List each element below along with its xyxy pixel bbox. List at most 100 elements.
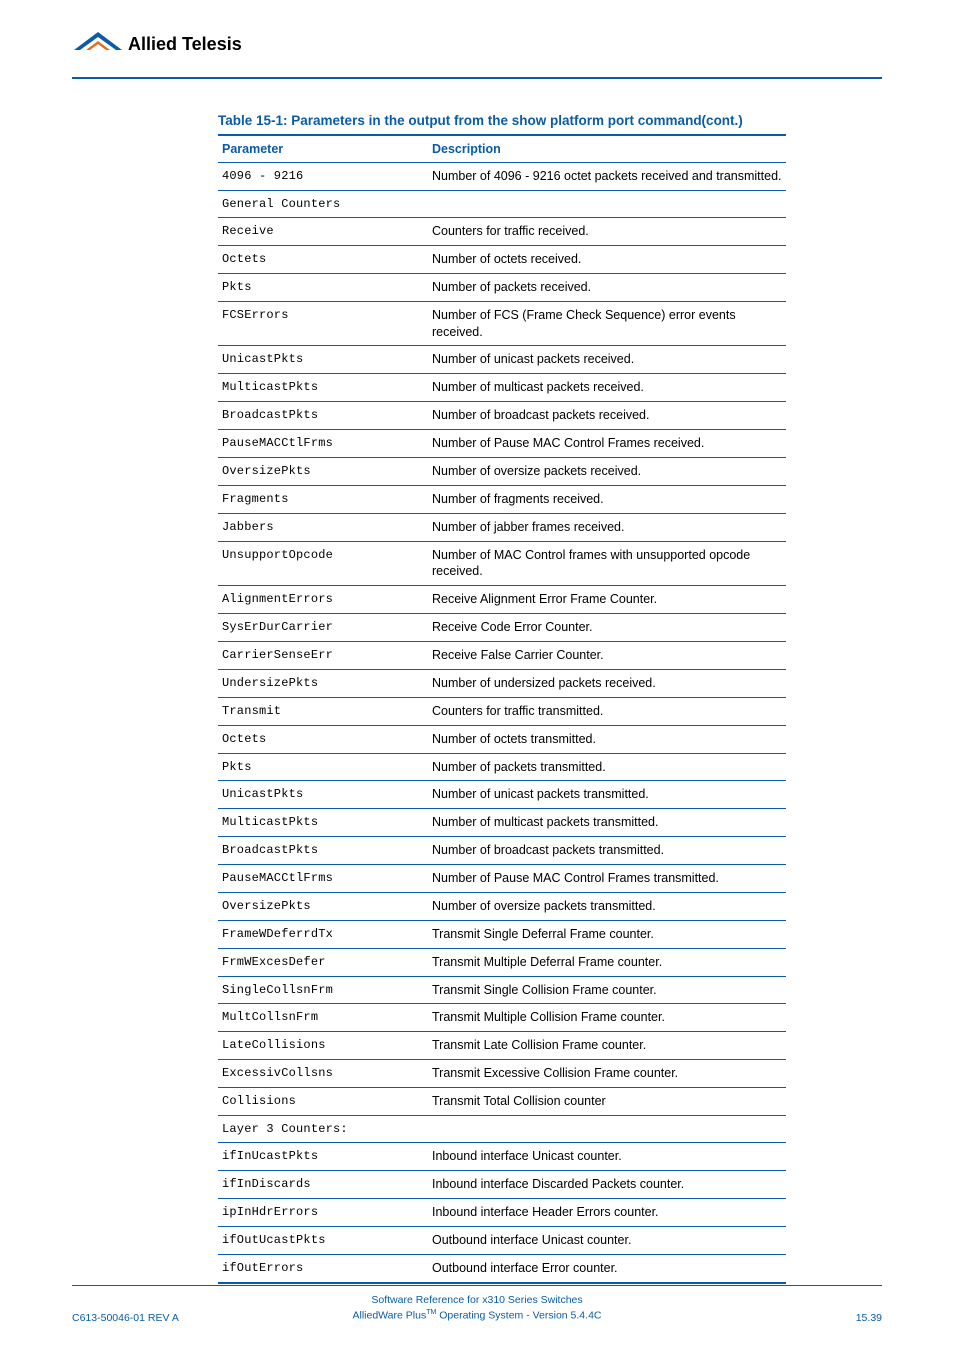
param-cell: BroadcastPkts [218, 402, 428, 430]
table-caption: Table 15-1: Parameters in the output fro… [218, 113, 954, 128]
param-cell: Collisions [218, 1088, 428, 1116]
param-cell: Transmit [218, 697, 428, 725]
footer-page: 15.39 [856, 1312, 882, 1324]
desc-cell: Transmit Multiple Deferral Frame counter… [428, 948, 786, 976]
param-cell: Octets [218, 245, 428, 273]
desc-cell: Inbound interface Discarded Packets coun… [428, 1171, 786, 1199]
desc-cell: Receive False Carrier Counter. [428, 642, 786, 670]
desc-cell: Number of multicast packets transmitted. [428, 809, 786, 837]
param-cell: Fragments [218, 485, 428, 513]
table-row: BroadcastPktsNumber of broadcast packets… [218, 402, 786, 430]
param-cell: Pkts [218, 753, 428, 781]
param-cell: FrameWDeferrdTx [218, 920, 428, 948]
table-row: FrmWExcesDeferTransmit Multiple Deferral… [218, 948, 786, 976]
param-cell: Pkts [218, 273, 428, 301]
table-row: General Counters [218, 190, 786, 217]
desc-cell: Counters for traffic transmitted. [428, 697, 786, 725]
table-row: OctetsNumber of octets received. [218, 245, 786, 273]
param-cell: ifInUcastPkts [218, 1143, 428, 1171]
param-cell: Jabbers [218, 513, 428, 541]
table-row: TransmitCounters for traffic transmitted… [218, 697, 786, 725]
table-row: PktsNumber of packets transmitted. [218, 753, 786, 781]
table-row: ifInDiscardsInbound interface Discarded … [218, 1171, 786, 1199]
desc-cell: Number of packets received. [428, 273, 786, 301]
desc-cell: Transmit Late Collision Frame counter. [428, 1032, 786, 1060]
param-cell: ipInHdrErrors [218, 1198, 428, 1226]
param-cell: BroadcastPkts [218, 837, 428, 865]
desc-cell: Transmit Single Collision Frame counter. [428, 976, 786, 1004]
param-cell: 4096 - 9216 [218, 163, 428, 191]
table-row: PauseMACCtlFrmsNumber of Pause MAC Contr… [218, 430, 786, 458]
desc-cell: Inbound interface Unicast counter. [428, 1143, 786, 1171]
allied-telesis-logo-icon: Allied Telesis [72, 28, 242, 58]
desc-cell: Inbound interface Header Errors counter. [428, 1198, 786, 1226]
footer-line2: AlliedWare PlusTM Operating System - Ver… [72, 1308, 882, 1324]
param-cell: MulticastPkts [218, 374, 428, 402]
desc-cell: Outbound interface Unicast counter. [428, 1226, 786, 1254]
desc-cell: Number of 4096 - 9216 octet packets rece… [428, 163, 786, 191]
param-cell: PauseMACCtlFrms [218, 430, 428, 458]
table-row: 4096 - 9216Number of 4096 - 9216 octet p… [218, 163, 786, 191]
desc-cell: Number of broadcast packets received. [428, 402, 786, 430]
param-cell: OversizePkts [218, 892, 428, 920]
table-row: FragmentsNumber of fragments received. [218, 485, 786, 513]
parameters-table: Parameter Description 4096 - 9216Number … [218, 134, 786, 1284]
table-row: CarrierSenseErrReceive False Carrier Cou… [218, 642, 786, 670]
desc-cell: Number of broadcast packets transmitted. [428, 837, 786, 865]
desc-cell: Number of fragments received. [428, 485, 786, 513]
desc-cell: Number of multicast packets received. [428, 374, 786, 402]
table-row: MulticastPktsNumber of multicast packets… [218, 809, 786, 837]
brand-logo: Allied Telesis [0, 0, 954, 63]
param-cell: FrmWExcesDefer [218, 948, 428, 976]
table-row: UnicastPktsNumber of unicast packets rec… [218, 346, 786, 374]
desc-cell: Receive Alignment Error Frame Counter. [428, 586, 786, 614]
footer-rev: C613-50046-01 REV A [72, 1312, 179, 1324]
table-row: UndersizePktsNumber of undersized packet… [218, 669, 786, 697]
param-cell: SysErDurCarrier [218, 614, 428, 642]
table-row: PauseMACCtlFrmsNumber of Pause MAC Contr… [218, 865, 786, 893]
page-footer: Software Reference for x310 Series Switc… [72, 1293, 882, 1324]
table-row: UnsupportOpcodeNumber of MAC Control fra… [218, 541, 786, 586]
table-row: AlignmentErrorsReceive Alignment Error F… [218, 586, 786, 614]
param-cell: FCSErrors [218, 301, 428, 346]
table-row: SysErDurCarrierReceive Code Error Counte… [218, 614, 786, 642]
desc-cell [428, 1115, 786, 1142]
param-cell: Layer 3 Counters: [218, 1115, 428, 1142]
param-cell: ExcessivCollsns [218, 1060, 428, 1088]
table-row: LateCollisionsTransmit Late Collision Fr… [218, 1032, 786, 1060]
param-cell: Receive [218, 218, 428, 246]
param-cell: PauseMACCtlFrms [218, 865, 428, 893]
param-cell: OversizePkts [218, 457, 428, 485]
param-cell: UndersizePkts [218, 669, 428, 697]
table-row: ifInUcastPktsInbound interface Unicast c… [218, 1143, 786, 1171]
desc-cell: Transmit Excessive Collision Frame count… [428, 1060, 786, 1088]
desc-cell: Outbound interface Error counter. [428, 1254, 786, 1282]
table-row: JabbersNumber of jabber frames received. [218, 513, 786, 541]
table-row: ExcessivCollsnsTransmit Excessive Collis… [218, 1060, 786, 1088]
param-cell: MultCollsnFrm [218, 1004, 428, 1032]
table-row: CollisionsTransmit Total Collision count… [218, 1088, 786, 1116]
desc-cell: Number of jabber frames received. [428, 513, 786, 541]
desc-cell: Number of unicast packets received. [428, 346, 786, 374]
desc-cell: Counters for traffic received. [428, 218, 786, 246]
desc-cell: Transmit Total Collision counter [428, 1088, 786, 1116]
table-row: Layer 3 Counters: [218, 1115, 786, 1142]
table-row: SingleCollsnFrmTransmit Single Collision… [218, 976, 786, 1004]
desc-cell: Receive Code Error Counter. [428, 614, 786, 642]
header-divider [72, 77, 882, 79]
table-row: FrameWDeferrdTxTransmit Single Deferral … [218, 920, 786, 948]
table-row: OctetsNumber of octets transmitted. [218, 725, 786, 753]
table-row: OversizePktsNumber of oversize packets r… [218, 457, 786, 485]
table-row: MultCollsnFrmTransmit Multiple Collision… [218, 1004, 786, 1032]
param-cell: ifInDiscards [218, 1171, 428, 1199]
table-row: PktsNumber of packets received. [218, 273, 786, 301]
table-row: ifOutUcastPktsOutbound interface Unicast… [218, 1226, 786, 1254]
table-row: UnicastPktsNumber of unicast packets tra… [218, 781, 786, 809]
param-cell: General Counters [218, 190, 428, 217]
param-cell: LateCollisions [218, 1032, 428, 1060]
desc-cell: Number of oversize packets transmitted. [428, 892, 786, 920]
desc-cell: Number of FCS (Frame Check Sequence) err… [428, 301, 786, 346]
desc-cell: Number of MAC Control frames with unsupp… [428, 541, 786, 586]
param-cell: MulticastPkts [218, 809, 428, 837]
desc-cell: Number of Pause MAC Control Frames recei… [428, 430, 786, 458]
